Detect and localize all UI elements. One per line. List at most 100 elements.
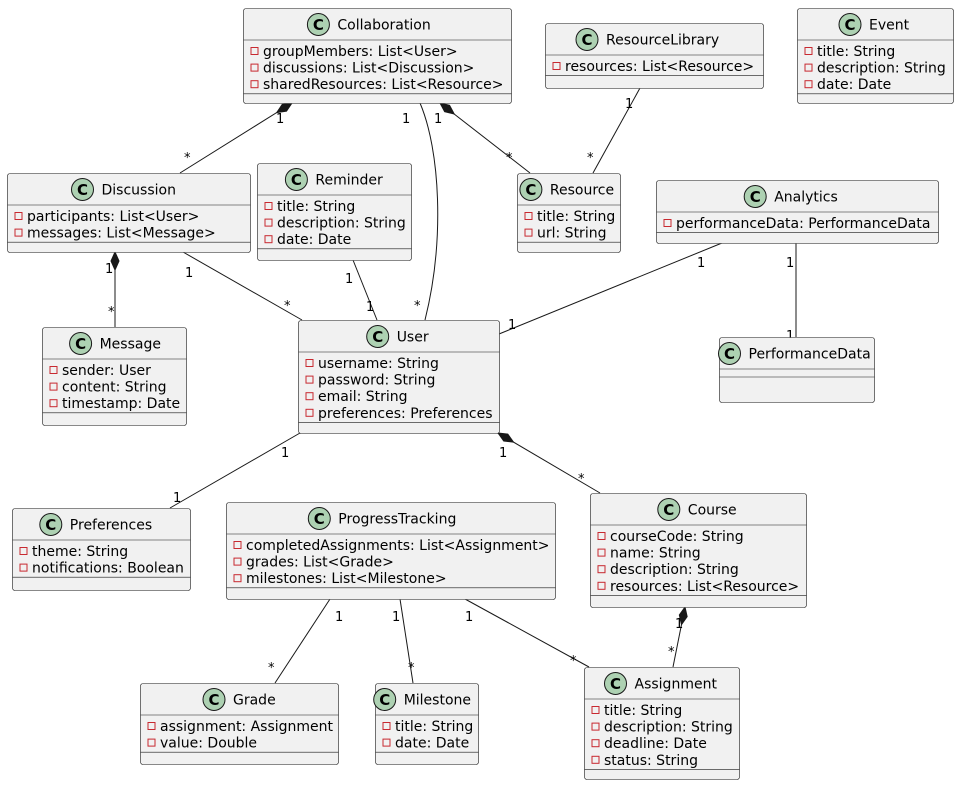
to-multiplicity: * xyxy=(184,151,191,166)
association-line xyxy=(169,432,301,509)
attribute: title: String xyxy=(817,44,895,60)
class-badge-letter: C xyxy=(372,328,383,346)
class-assignment[interactable]: Assignment Ctitle: Stringdescription: Str… xyxy=(584,667,740,780)
class-badge-letter: C xyxy=(379,691,390,709)
attribute: resources: List<Resource> xyxy=(565,59,754,75)
class-course[interactable]: Course CcourseCode: Stringname: Stringdes… xyxy=(590,493,807,608)
relation-discussion-message: 1* xyxy=(105,250,120,327)
class-name: Discussion xyxy=(102,183,176,199)
attribute: sender: User xyxy=(62,363,151,379)
relation-user-preferences: 11 xyxy=(169,432,301,509)
class-badge-letter: C xyxy=(313,16,324,34)
class-reminder[interactable]: Reminder Ctitle: Stringdescription: Strin… xyxy=(257,163,412,261)
class-user[interactable]: User Cusername: Stringpassword: Stringema… xyxy=(298,320,500,434)
attribute: date: Date xyxy=(395,736,469,752)
class-analytics[interactable]: Analytics CperformanceData: PerformanceDa… xyxy=(656,180,939,244)
from-multiplicity: 1 xyxy=(185,266,193,281)
class-collaboration[interactable]: Collaboration CgroupMembers: List<User>di… xyxy=(243,8,512,104)
attribute: description: String xyxy=(604,720,733,736)
attribute: title: String xyxy=(537,209,615,225)
class-badge-letter: C xyxy=(291,171,302,189)
attribute: courseCode: String xyxy=(610,529,744,545)
relation-reminder-user: 11 xyxy=(345,259,378,321)
class-name: Preferences xyxy=(70,518,152,534)
class-badge-letter: C xyxy=(208,691,219,709)
class-resource[interactable]: Resource Ctitle: Stringurl: String xyxy=(517,173,621,253)
from-multiplicity: 1 xyxy=(276,112,284,127)
from-multiplicity: 1 xyxy=(281,446,289,461)
class-diagram: 1*1*1*1*1*1*111111111*1*1*1*1* Collabora… xyxy=(7,8,954,780)
attribute: password: String xyxy=(318,373,435,389)
attribute: preferences: Preferences xyxy=(318,406,493,422)
class-preferences[interactable]: Preferences Ctheme: Stringnotifications: … xyxy=(12,508,191,591)
class-name: Analytics xyxy=(774,190,838,206)
from-multiplicity: 1 xyxy=(335,610,343,625)
attribute: sharedResources: List<Resource> xyxy=(263,77,504,93)
class-performance-data[interactable]: PerformanceData C xyxy=(718,337,875,403)
attribute: performanceData: PerformanceData xyxy=(676,216,930,232)
classes-layer: Collaboration CgroupMembers: List<User>di… xyxy=(7,8,954,780)
from-multiplicity: 1 xyxy=(105,262,113,277)
to-multiplicity: * xyxy=(587,151,594,166)
relation-resource-library-resource: 1* xyxy=(587,87,641,174)
relation-discussion-user: 1* xyxy=(182,251,303,321)
attribute: deadline: Date xyxy=(604,736,707,752)
class-progress-tracking[interactable]: ProgressTracking CcompletedAssignments: L… xyxy=(226,502,556,600)
class-badge-letter: C xyxy=(525,181,536,199)
class-milestone[interactable]: Milestone Ctitle: Stringdate: Date xyxy=(373,683,479,765)
to-multiplicity: * xyxy=(506,151,513,166)
association-line xyxy=(419,102,439,321)
to-multiplicity: * xyxy=(284,299,291,314)
attribute: assignment: Assignment xyxy=(160,719,334,735)
to-multiplicity: 1 xyxy=(508,318,516,333)
attribute: timestamp: Date xyxy=(62,396,180,412)
class-badge-letter: C xyxy=(724,345,735,363)
class-name: Milestone xyxy=(404,693,471,709)
attribute: theme: String xyxy=(32,544,128,560)
class-name: Resource xyxy=(550,183,614,199)
attribute: date: Date xyxy=(817,77,891,93)
association-line xyxy=(274,598,331,684)
from-multiplicity: 1 xyxy=(434,112,442,127)
to-multiplicity: * xyxy=(668,645,675,660)
attribute: name: String xyxy=(610,546,701,562)
attribute: username: String xyxy=(318,356,439,372)
to-multiplicity: * xyxy=(578,472,585,487)
relation-user-course: 1* xyxy=(496,432,601,494)
class-message[interactable]: Message Csender: Usercontent: Stringtimes… xyxy=(42,327,187,426)
class-badge-letter: C xyxy=(581,31,592,49)
from-multiplicity: 1 xyxy=(697,256,705,271)
class-name: PerformanceData xyxy=(749,347,871,363)
class-resource-library[interactable]: ResourceLibrary Cresources: List<Resource… xyxy=(545,23,764,89)
class-name: Grade xyxy=(233,693,276,709)
class-event[interactable]: Event Ctitle: Stringdescription: Stringda… xyxy=(797,8,954,104)
attribute: milestones: List<Milestone> xyxy=(246,571,447,587)
relation-collaboration-discussion: 1* xyxy=(179,102,294,174)
relation-analytics-performance-data: 11 xyxy=(786,243,797,344)
attribute: participants: List<User> xyxy=(27,209,199,225)
composition-diamond-icon xyxy=(496,432,515,443)
class-name: User xyxy=(397,330,429,346)
class-grade[interactable]: Grade Cassignment: Assignmentvalue: Doubl… xyxy=(140,683,339,765)
class-name: Event xyxy=(869,18,910,34)
relation-course-assignment: 1* xyxy=(668,605,688,668)
relation-analytics-user: 11 xyxy=(498,242,723,335)
to-multiplicity: * xyxy=(414,299,421,314)
attribute: description: String xyxy=(610,562,739,578)
class-name: Message xyxy=(100,337,161,353)
attribute: resources: List<Resource> xyxy=(610,579,799,595)
attribute: completedAssignments: List<Assignment> xyxy=(246,538,550,554)
to-multiplicity: * xyxy=(108,305,115,320)
attribute: email: String xyxy=(318,389,408,405)
class-discussion[interactable]: Discussion Cparticipants: List<User>messa… xyxy=(7,173,251,253)
class-badge-letter: C xyxy=(77,181,88,199)
class-badge-letter: C xyxy=(844,16,855,34)
from-multiplicity: 1 xyxy=(345,272,353,287)
to-multiplicity: 1 xyxy=(173,491,181,506)
to-multiplicity: * xyxy=(268,661,275,676)
attribute: status: String xyxy=(604,753,698,769)
attribute: title: String xyxy=(604,703,682,719)
attribute: title: String xyxy=(395,719,473,735)
attribute: date: Date xyxy=(277,232,351,248)
class-name: ResourceLibrary xyxy=(606,33,719,49)
